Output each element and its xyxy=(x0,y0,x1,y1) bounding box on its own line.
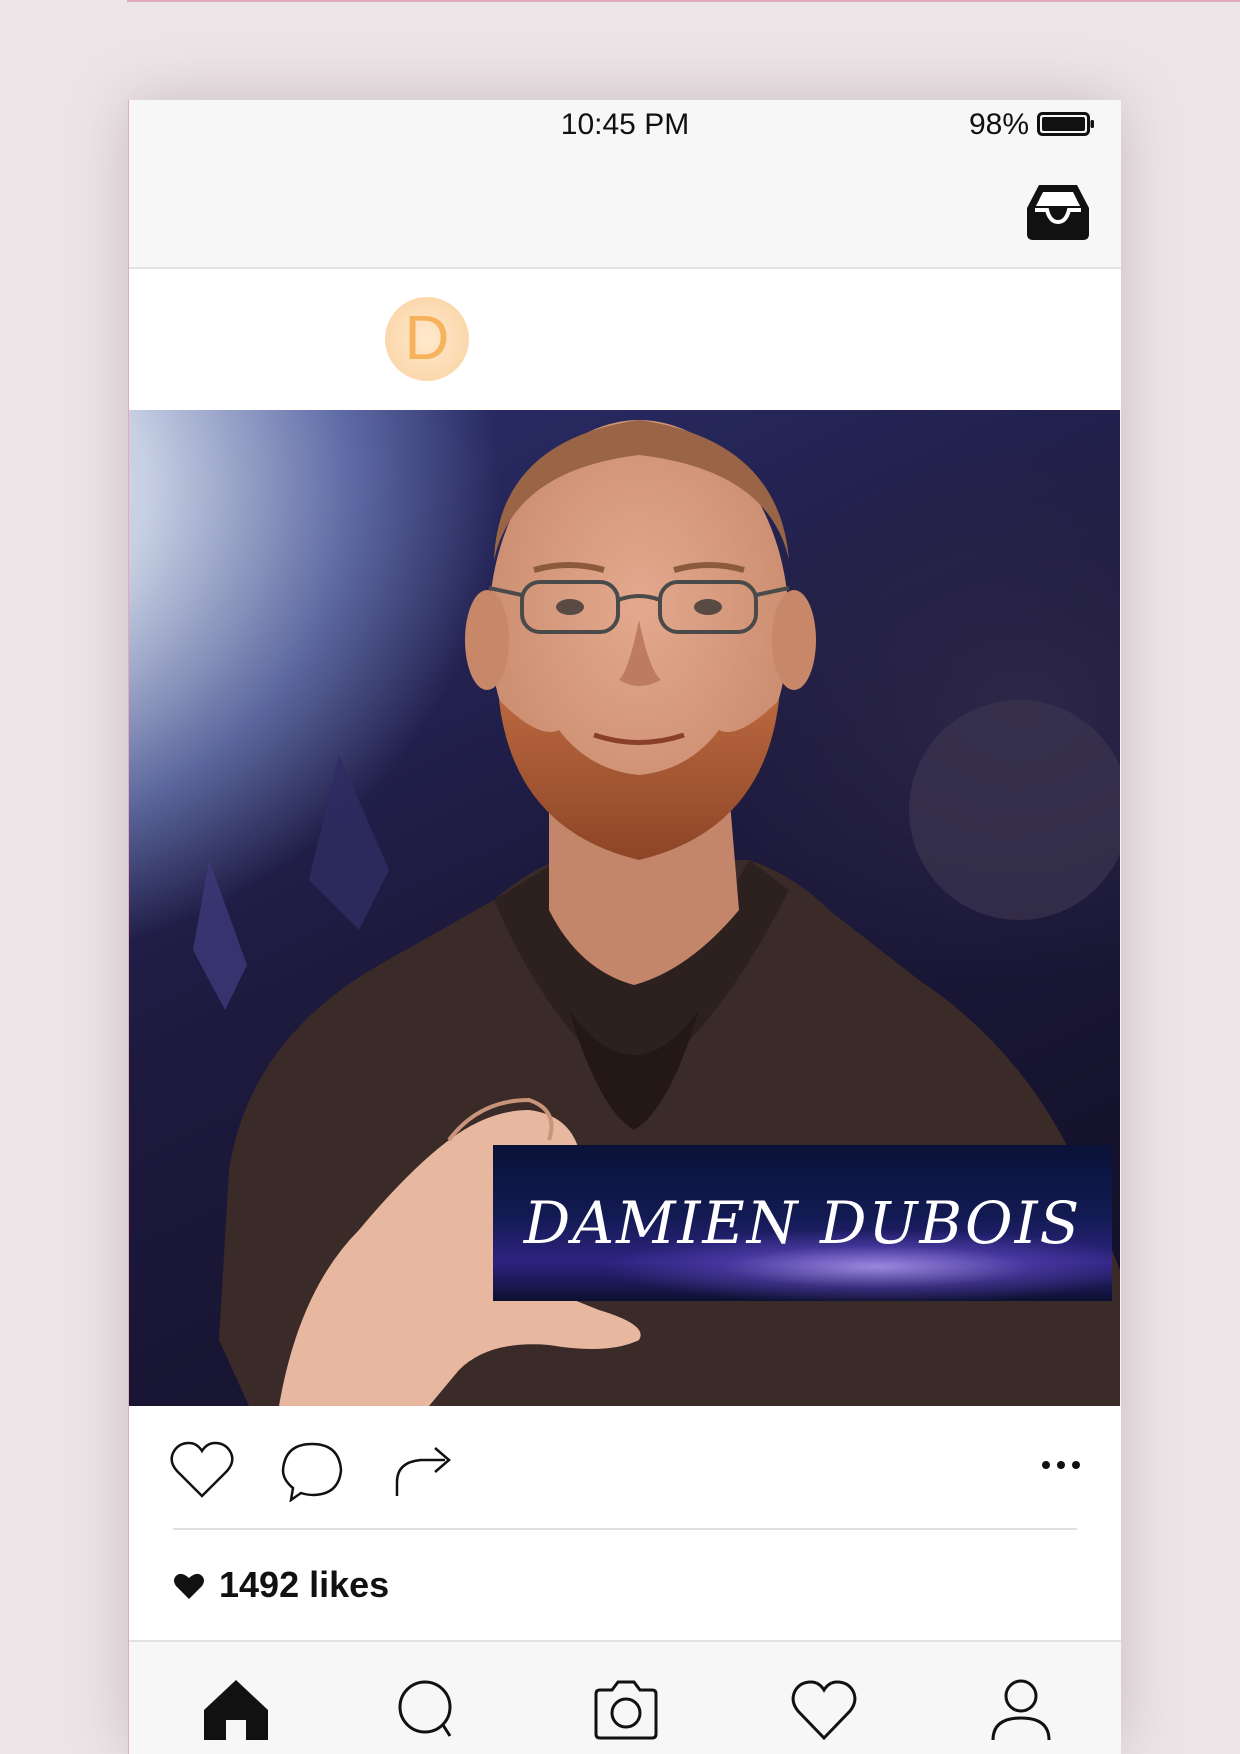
comment-icon[interactable] xyxy=(279,1440,345,1502)
status-bar: 10:45 PM 98% xyxy=(129,100,1121,150)
name-card: DAMIEN DUBOIS xyxy=(493,1145,1112,1301)
home-icon[interactable] xyxy=(200,1674,272,1746)
camera-icon[interactable] xyxy=(590,1674,662,1746)
inbox-icon[interactable] xyxy=(1025,182,1091,242)
likes-count[interactable]: 1492 likes xyxy=(219,1564,389,1606)
post-image[interactable]: DAMIEN DUBOIS xyxy=(129,410,1120,1406)
app-header xyxy=(129,150,1121,269)
battery-percent: 98% xyxy=(968,108,1029,141)
search-icon[interactable] xyxy=(392,1674,464,1746)
phone-frame: 10:45 PM 98% D DAMIEN DUBOIS 1492 likes xyxy=(128,100,1121,1754)
post-action-bar xyxy=(129,1406,1121,1531)
filled-heart-icon xyxy=(174,1573,204,1599)
likes-row: 1492 likes xyxy=(129,1530,1121,1640)
more-icon[interactable] xyxy=(1041,1458,1081,1472)
activity-heart-icon[interactable] xyxy=(788,1674,860,1746)
top-accent-line xyxy=(127,0,1240,2)
heart-icon[interactable] xyxy=(169,1440,235,1502)
post-header: D xyxy=(129,269,1121,410)
tab-bar xyxy=(129,1640,1121,1754)
avatar[interactable]: D xyxy=(385,297,469,381)
profile-icon[interactable] xyxy=(985,1674,1057,1746)
battery-icon xyxy=(1037,112,1094,136)
name-card-text: DAMIEN DUBOIS xyxy=(523,1189,1082,1257)
share-icon[interactable] xyxy=(391,1440,457,1502)
